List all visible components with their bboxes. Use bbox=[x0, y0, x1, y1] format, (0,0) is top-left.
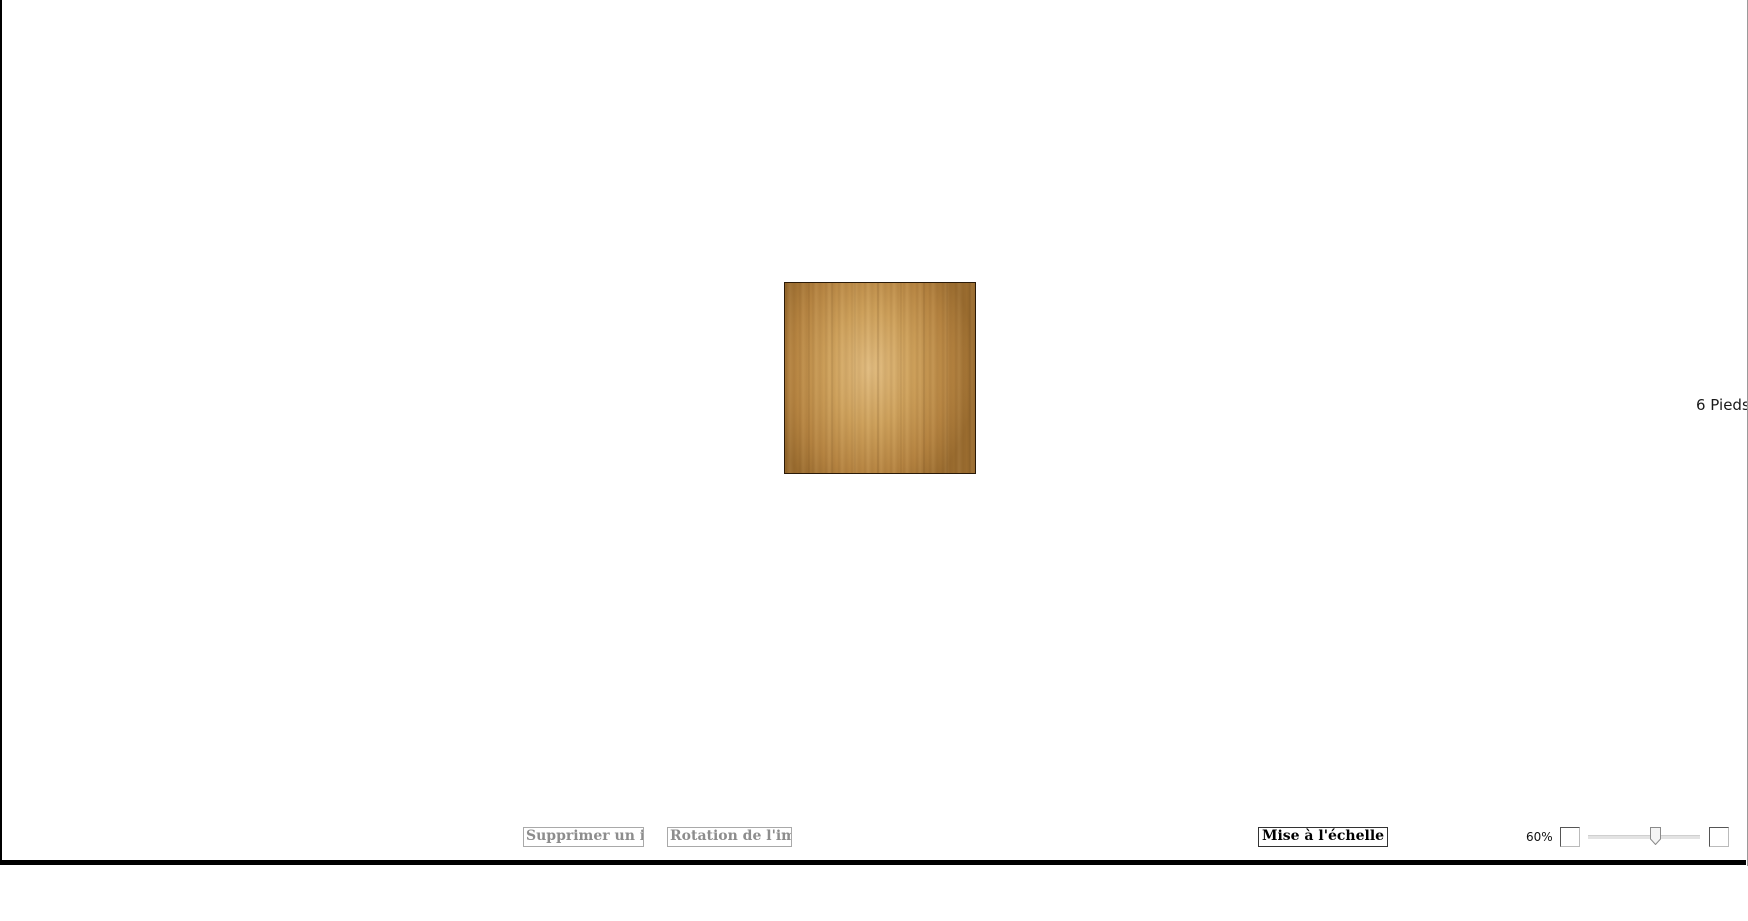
zoom-out-button[interactable] bbox=[1560, 827, 1580, 847]
scale-dimension-label: 6 Pieds bbox=[1696, 396, 1748, 414]
zoom-level-label: 60% bbox=[1526, 830, 1553, 844]
zoom-slider-track bbox=[1588, 835, 1700, 839]
rotate-image-button[interactable]: Rotation de l'ima bbox=[667, 827, 792, 847]
zoom-slider-thumb[interactable] bbox=[1650, 827, 1662, 845]
zoom-slider[interactable] bbox=[1588, 827, 1700, 847]
wood-floor-tile[interactable] bbox=[784, 282, 976, 474]
scale-button[interactable]: Mise à l'échelle bbox=[1258, 827, 1388, 847]
floor-plan-canvas[interactable]: 6 Pieds bbox=[2, 0, 1748, 820]
app-frame: 6 Pieds Supprimer un ite Rotation de l'i… bbox=[0, 0, 1748, 865]
delete-item-button[interactable]: Supprimer un ite bbox=[523, 827, 644, 847]
zoom-in-button[interactable] bbox=[1709, 827, 1729, 847]
